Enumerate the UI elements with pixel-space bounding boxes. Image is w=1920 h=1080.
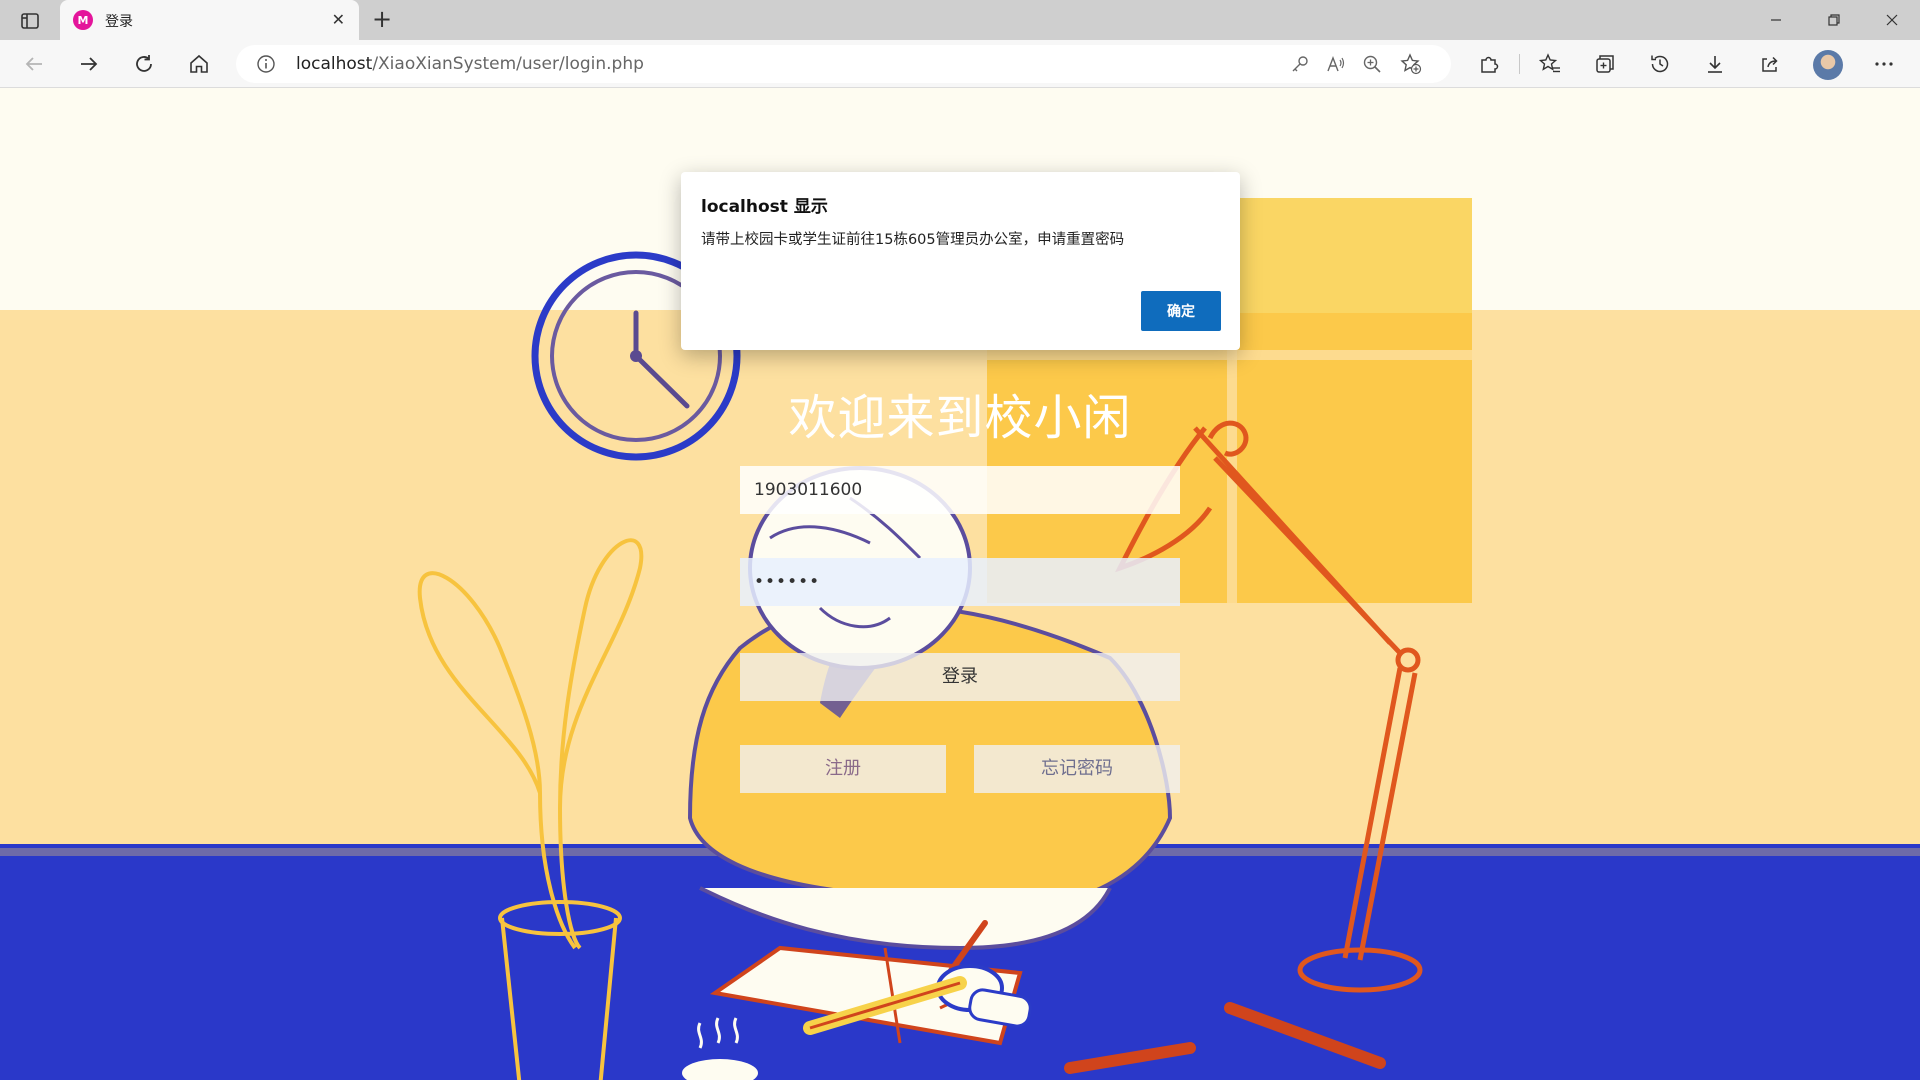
info-icon[interactable]	[256, 54, 276, 74]
welcome-heading: 欢迎来到校小闲	[788, 390, 1132, 446]
share-icon	[1762, 56, 1778, 72]
login-page: 欢迎来到校小闲 登录 注册 忘记密码 localhost 显示 请带上校园卡或学…	[0, 88, 1920, 1080]
collections-icon	[1596, 55, 1614, 73]
history-button[interactable]	[1644, 48, 1676, 80]
dialog-ok-button[interactable]: 确定	[1141, 291, 1221, 331]
read-aloud-icon[interactable]	[1324, 52, 1348, 76]
username-input[interactable]	[740, 466, 1180, 514]
register-button[interactable]: 注册	[740, 745, 946, 793]
new-tab-button[interactable]: +	[368, 6, 396, 34]
extensions-icon	[1481, 56, 1499, 73]
downloads-button[interactable]	[1699, 48, 1731, 80]
dialog-title: localhost 显示	[701, 197, 828, 217]
extensions-button[interactable]	[1473, 48, 1505, 80]
close-window-button[interactable]	[1863, 0, 1920, 40]
back-button[interactable]	[18, 48, 50, 80]
refresh-button[interactable]	[128, 48, 160, 80]
favorite-add-icon[interactable]	[1399, 52, 1423, 76]
more-icon	[1875, 62, 1893, 66]
minimize-icon	[1771, 19, 1781, 21]
url-host: localhost	[296, 54, 373, 74]
address-bar[interactable]: localhost/XiaoXianSystem/user/login.php	[236, 45, 1451, 83]
active-tab[interactable]: M 登录 ✕	[60, 0, 359, 40]
tab-actions-button[interactable]	[12, 8, 48, 34]
forgot-password-button[interactable]: 忘记密码	[974, 745, 1180, 793]
tab-close-icon[interactable]: ✕	[332, 11, 345, 29]
url-text[interactable]: localhost/XiaoXianSystem/user/login.php	[296, 54, 644, 74]
minimize-button[interactable]	[1747, 0, 1805, 40]
favorites-button[interactable]	[1534, 48, 1566, 80]
site-favicon-icon: M	[73, 10, 93, 30]
zoom-icon[interactable]	[1360, 52, 1384, 76]
more-button[interactable]	[1868, 48, 1900, 80]
restore-icon	[1828, 14, 1840, 26]
home-icon	[190, 54, 208, 73]
alert-dialog: localhost 显示 请带上校园卡或学生证前往15栋605管理员办公室，申请…	[681, 172, 1240, 350]
dialog-message: 请带上校园卡或学生证前往15栋605管理员办公室，申请重置密码	[701, 232, 1125, 248]
back-icon	[25, 57, 42, 71]
login-button[interactable]: 登录	[740, 653, 1180, 701]
sidebar-toggle-icon	[21, 13, 39, 29]
browser-toolbar: localhost/XiaoXianSystem/user/login.php	[0, 40, 1920, 88]
profile-avatar[interactable]	[1813, 50, 1843, 80]
toolbar-divider	[1519, 54, 1520, 74]
downloads-icon	[1708, 56, 1722, 73]
forward-button[interactable]	[73, 48, 105, 80]
restore-button[interactable]	[1805, 0, 1863, 40]
url-path: /XiaoXianSystem/user/login.php	[372, 54, 644, 74]
history-icon	[1651, 55, 1669, 73]
forward-icon	[81, 57, 98, 71]
refresh-icon	[136, 55, 152, 72]
home-button[interactable]	[183, 48, 215, 80]
collections-button[interactable]	[1589, 48, 1621, 80]
tab-strip: M 登录 ✕ +	[0, 0, 1920, 40]
share-button[interactable]	[1754, 48, 1786, 80]
close-icon	[1886, 14, 1898, 26]
tab-title: 登录	[105, 14, 133, 30]
password-input[interactable]	[740, 558, 1180, 606]
favorites-icon	[1539, 53, 1560, 73]
key-icon[interactable]	[1288, 52, 1312, 76]
